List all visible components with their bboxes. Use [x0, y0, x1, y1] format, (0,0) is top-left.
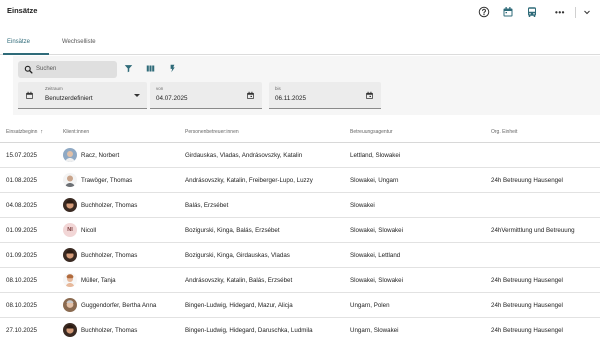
avatar — [63, 323, 77, 337]
cell-agency: Slowakei, Slowakei — [350, 227, 403, 234]
tab-wechselliste[interactable]: Wechselliste — [62, 39, 96, 45]
bis-label: bis — [275, 86, 281, 91]
avatar — [63, 173, 77, 187]
column-header-klienten[interactable]: Klient:innen — [63, 129, 89, 135]
cell-unit: 24h Betreuung Hausengel — [491, 277, 563, 284]
filter-panel: Suchen Zeitraum Benutzerdefiniert von 04… — [13, 56, 600, 115]
cell-agency: Lettland, Slowakei — [350, 152, 401, 159]
zeitraum-value: Benutzerdefiniert — [45, 95, 93, 102]
cell-agency: Ungarn, Polen — [350, 302, 390, 309]
table-row[interactable]: 08.10.2025 Müller, Tanja Andrásovszky, K… — [0, 269, 600, 293]
cell-caregivers: Girdauskas, Vladas, Andrásovszky, Katali… — [185, 152, 303, 159]
cell-unit: 24hVermittlung und Betreuung — [491, 227, 575, 234]
page-title: Einsätze — [7, 6, 38, 15]
table-row[interactable]: 08.10.2025 Guggendorfer, Bertha Anna Bin… — [0, 294, 600, 318]
bus-icon[interactable] — [525, 5, 539, 19]
cell-caregivers: Andrásovszky, Katalin, Balás, Erzsébet — [185, 277, 293, 284]
cell-client: Guggendorfer, Bertha Anna — [81, 302, 157, 309]
avatar — [63, 248, 77, 262]
more-icon[interactable]: ••• — [553, 5, 567, 19]
cell-client: Trawöger, Thomas — [81, 177, 133, 184]
chevron-down-icon[interactable] — [580, 5, 594, 19]
table-row[interactable]: 27.10.2025 Buchholzer, Thomas Bingen-Lud… — [0, 319, 600, 339]
cell-caregivers: Bingen-Ludwig, Hidegard, Daruschka, Ludm… — [185, 327, 313, 334]
cell-date: 01.09.2025 — [6, 252, 37, 259]
cell-caregivers: Bingen-Ludwig, Hidegard, Mazur, Alicja — [185, 302, 293, 309]
von-value: 04.07.2025 — [156, 95, 188, 102]
chevron-down-icon — [134, 94, 140, 97]
tab-einsaetze[interactable]: Einsätze — [7, 39, 30, 45]
table-row[interactable]: 04.08.2025 Buchholzer, Thomas Balás, Erz… — [0, 194, 600, 218]
avatar — [63, 273, 77, 287]
column-header-einsatzbeginn[interactable]: Einsatzbeginn ↑ — [6, 129, 43, 135]
more-icon-glyph: ••• — [555, 7, 565, 17]
cell-date: 27.10.2025 — [6, 327, 37, 334]
calendar-icon[interactable] — [365, 91, 374, 100]
filter-icon[interactable] — [124, 64, 133, 73]
cell-caregivers: Bozigurski, Kinga, Girdauskas, Vladas — [185, 252, 290, 259]
avatar — [63, 298, 77, 312]
cell-date: 01.09.2025 — [6, 227, 37, 234]
table-row[interactable]: 01.09.2025 Buchholzer, Thomas Bozigurski… — [0, 244, 600, 268]
cell-date: 08.10.2025 — [6, 277, 37, 284]
cell-caregivers: Balás, Erzsébet — [185, 202, 229, 209]
column-header-org-einheit[interactable]: Org. Einheit — [491, 129, 517, 135]
avatar-initials: NI — [63, 223, 77, 237]
flash-icon[interactable] — [168, 64, 177, 73]
search-icon — [24, 65, 33, 74]
calendar-icon[interactable] — [246, 91, 255, 100]
column-header-personenbetreuer[interactable]: Personenbetreuer:innen — [185, 129, 239, 135]
cell-caregivers: Bozigurski, Kinga, Balás, Erzsébet — [185, 227, 280, 234]
top-bar: Einsätze ••• — [0, 0, 600, 26]
cell-agency: Slowakei, Slowakei — [350, 277, 403, 284]
cell-client: Buchholzer, Thomas — [81, 327, 138, 334]
table-header: Einsatzbeginn ↑ Klient:innen Personenbetr… — [0, 124, 600, 143]
tab-bar: Einsätze Wechselliste — [0, 33, 600, 55]
search-input[interactable]: Suchen — [18, 61, 117, 78]
cell-agency: Slowakei, Ungarn — [350, 177, 399, 184]
bis-date-field[interactable]: bis 06.11.2025 — [269, 82, 381, 109]
zeitraum-label: Zeitraum — [45, 86, 63, 91]
column-header-betreuungsagentur[interactable]: Betreuungsagentur — [350, 129, 393, 135]
cell-client: Buchholzer, Thomas — [81, 202, 138, 209]
cell-unit: 24h Betreuung Hausengel — [491, 327, 563, 334]
cell-client: Müller, Tanja — [81, 277, 116, 284]
cell-date: 08.10.2025 — [6, 302, 37, 309]
cell-unit: 24h Betreuung Hausengel — [491, 302, 563, 309]
divider — [575, 6, 576, 18]
cell-unit: 24h Betreuung Hausengel — [491, 177, 563, 184]
columns-icon[interactable] — [146, 64, 155, 73]
cell-date: 04.08.2025 — [6, 202, 37, 209]
avatar — [63, 198, 77, 212]
help-circle-icon[interactable] — [477, 5, 491, 19]
avatar — [63, 148, 77, 162]
zeitraum-select[interactable]: Zeitraum Benutzerdefiniert — [18, 82, 147, 109]
bis-value: 06.11.2025 — [275, 95, 307, 102]
calendar-icon[interactable] — [501, 5, 515, 19]
cell-caregivers: Andrásovszky, Katalin, Freiberger-Lupo, … — [185, 177, 313, 184]
table-row[interactable]: 15.07.2025 Racz, Norbert Girdauskas, Vla… — [0, 144, 600, 168]
von-date-field[interactable]: von 04.07.2025 — [150, 82, 262, 109]
table-row[interactable]: 01.08.2025 Trawöger, Thomas Andrásovszky… — [0, 169, 600, 193]
cell-client: Nicoll — [81, 227, 97, 234]
cell-client: Buchholzer, Thomas — [81, 252, 138, 259]
sort-arrow-icon: ↑ — [40, 129, 44, 135]
cell-date: 01.08.2025 — [6, 177, 37, 184]
table-row[interactable]: 01.09.2025 NI Nicoll Bozigurski, Kinga, … — [0, 219, 600, 243]
cell-agency: Ungarn, Slowakei — [350, 327, 399, 334]
active-tab-indicator — [3, 53, 49, 55]
von-label: von — [156, 86, 164, 91]
cell-date: 15.07.2025 — [6, 152, 37, 159]
calendar-icon — [26, 91, 33, 99]
cell-client: Racz, Norbert — [81, 152, 120, 159]
column-header-label: Einsatzbeginn — [6, 129, 38, 135]
header-actions: ••• — [467, 5, 594, 19]
cell-agency: Slowakei — [350, 202, 375, 209]
cell-agency: Slowakei, Lettland — [350, 252, 401, 259]
search-placeholder: Suchen — [36, 66, 57, 72]
